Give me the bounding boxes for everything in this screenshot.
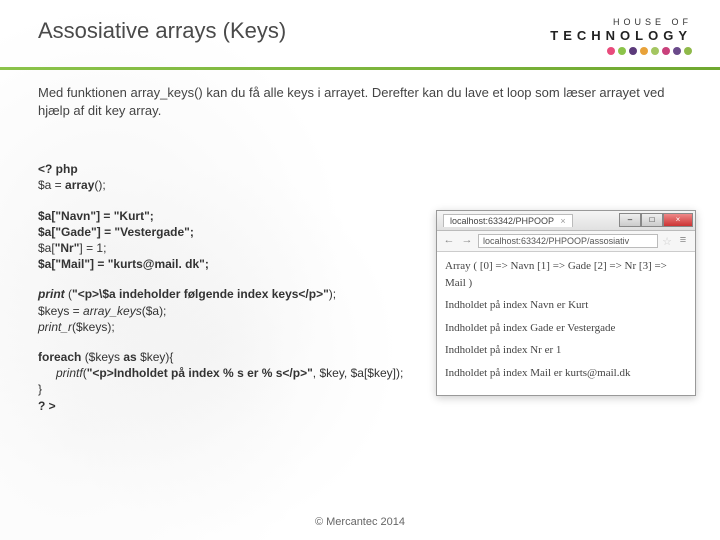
- output-line-0: Array ( [0] => Navn [1] => Gade [2] => N…: [445, 258, 687, 291]
- address-input[interactable]: localhost:63342/PHPOOP/assosiativ: [478, 234, 658, 248]
- menu-icon[interactable]: ≡: [676, 234, 690, 248]
- logo-line2: TECHNOLOGY: [550, 29, 692, 43]
- browser-window: localhost:63342/PHPOOP × – □ × ← → local…: [436, 210, 696, 396]
- bookmark-icon[interactable]: ☆: [662, 235, 672, 248]
- slide-header: Assosiative arrays (Keys) HOUSE OF TECHN…: [0, 0, 720, 63]
- output-line-3: Indholdet på index Nr er 1: [445, 342, 687, 359]
- close-button[interactable]: ×: [663, 213, 693, 227]
- code-assign-1: $a["Gade"] = "Vestergade";: [38, 225, 194, 239]
- browser-titlebar[interactable]: localhost:63342/PHPOOP × – □ ×: [437, 211, 695, 231]
- browser-address-bar: ← → localhost:63342/PHPOOP/assosiativ ☆ …: [437, 231, 695, 252]
- intro-text: Med funktionen array_keys() kan du få al…: [38, 84, 682, 119]
- page-title: Assosiative arrays (Keys): [38, 18, 286, 44]
- browser-body: Array ( [0] => Navn [1] => Gade [2] => N…: [437, 252, 695, 395]
- code-decl: $a = array();: [38, 178, 106, 192]
- logo: HOUSE OF TECHNOLOGY: [550, 18, 692, 55]
- back-icon[interactable]: ←: [442, 234, 456, 248]
- code-open: <? php: [38, 162, 78, 176]
- minimize-button[interactable]: –: [619, 213, 641, 227]
- output-line-2: Indholdet på index Gade er Vestergade: [445, 320, 687, 337]
- code-assign-0: $a["Navn"] = "Kurt";: [38, 209, 154, 223]
- logo-dots: [550, 47, 692, 55]
- footer-copyright: © Mercantec 2014: [0, 516, 720, 528]
- forward-icon[interactable]: →: [460, 234, 474, 248]
- tab-label: localhost:63342/PHPOOP: [450, 216, 554, 226]
- code-assign-2: $a["Nr"] = 1;: [38, 241, 106, 255]
- output-line-1: Indholdet på index Navn er Kurt: [445, 297, 687, 314]
- maximize-button[interactable]: □: [641, 213, 663, 227]
- code-assign-3: $a["Mail"] = "kurts@mail. dk";: [38, 257, 209, 271]
- browser-tab[interactable]: localhost:63342/PHPOOP ×: [443, 214, 573, 227]
- code-close: ? >: [38, 398, 682, 414]
- tab-close-icon[interactable]: ×: [560, 216, 565, 226]
- url-text: localhost:63342/PHPOOP/assosiativ: [483, 236, 629, 246]
- output-line-4: Indholdet på index Mail er kurts@mail.dk: [445, 365, 687, 382]
- logo-line1: HOUSE OF: [550, 18, 692, 28]
